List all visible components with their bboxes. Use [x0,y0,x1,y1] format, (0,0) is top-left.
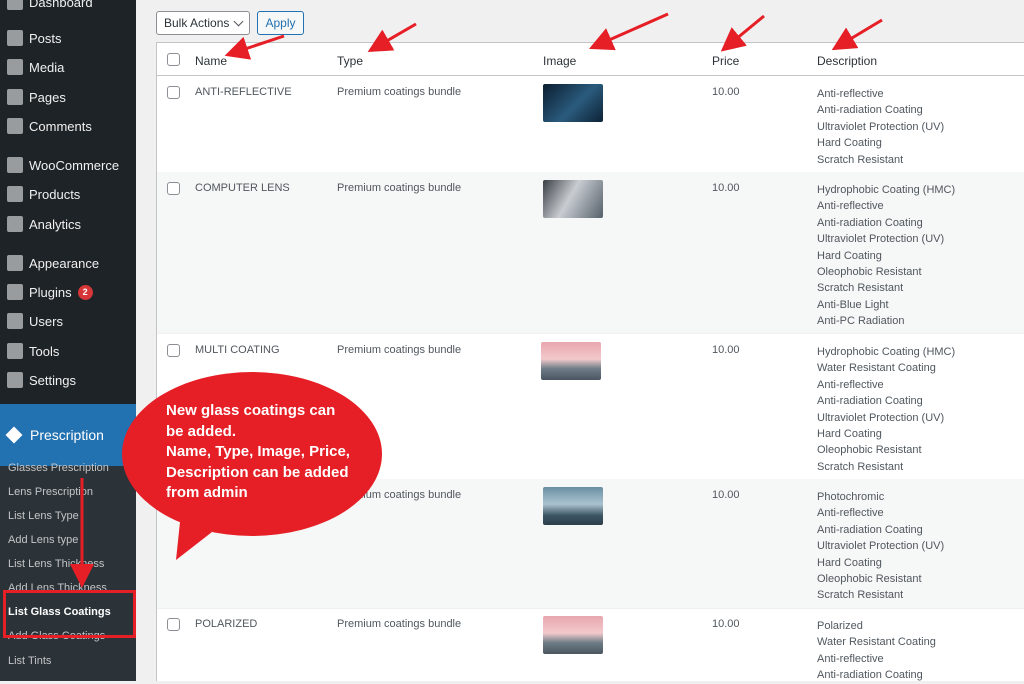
column-name[interactable]: Name [195,54,227,68]
sidebar-item-comments[interactable]: Comments [0,112,136,140]
pages-icon [7,89,23,105]
sidebar-item-appearance[interactable]: Appearance [0,249,136,277]
submenu-list-lens-type[interactable]: List Lens Type [8,510,79,522]
sidebar-item-pages[interactable]: Pages [0,83,136,111]
coating-image [543,616,603,654]
select-all-checkbox[interactable] [167,53,180,66]
sidebar-item-plugins[interactable]: Plugins 2 [0,278,136,306]
brush-icon [7,255,23,271]
comments-icon [7,118,23,134]
coating-name[interactable]: ANTI-REFLECTIVE [195,86,292,98]
row-checkbox[interactable] [167,182,180,195]
coating-image [543,84,603,122]
media-icon [7,59,23,75]
analytics-icon [7,216,23,232]
coating-description: Hydrophobic Coating (HMC) Water Resistan… [817,346,956,473]
wrench-icon [7,343,23,359]
pin-icon [7,30,23,46]
coating-name[interactable]: POLARIZED [195,618,257,630]
coating-description: Hydrophobic Coating (HMC) Anti-reflectiv… [817,184,956,328]
row-checkbox[interactable] [167,344,180,357]
coating-type: Premium coatings bundle [337,86,462,98]
coatings-table: Name Type Image Price Description ANTI-R… [156,42,1024,681]
main-content: Bulk Actions Apply Name Type Image Price… [136,0,1024,681]
submenu-add-lens-type[interactable]: Add Lens type [8,534,78,546]
row-checkbox[interactable] [167,618,180,631]
sidebar-item-settings[interactable]: Settings [0,366,136,394]
coating-price: 10.00 [712,344,740,356]
products-icon [7,186,23,202]
coating-price: 10.00 [712,489,740,501]
annotation-highlight-box [3,590,136,638]
dashboard-icon [7,0,23,10]
annotation-callout-text: New glass coatings can be added. Name, T… [166,402,350,501]
sidebar-item-analytics[interactable]: Analytics [0,210,136,238]
coating-price: 10.00 [712,86,740,98]
coating-image [541,342,601,380]
admin-sidebar: Dashboard Posts Media Pages Comments Woo… [0,0,136,681]
submenu-list-tints[interactable]: List Tints [8,655,51,667]
plugins-update-badge: 2 [77,284,93,300]
column-description: Description [817,54,878,68]
submenu-lens-prescription[interactable]: Lens Prescription [8,486,93,498]
sidebar-item-media[interactable]: Media [0,53,136,81]
table-row: COMPUTER LENS Premium coatings bundle 10… [157,172,1024,334]
chevron-down-icon [233,16,244,27]
coating-description: Anti-reflective Anti-radiation Coating U… [817,88,945,166]
submenu-list-lens-thickness[interactable]: List Lens Thickness [8,558,104,570]
woocommerce-icon [7,157,23,173]
sidebar-item-prescription[interactable]: Prescription [0,404,136,466]
bulk-actions-select[interactable]: Bulk Actions [156,11,250,35]
column-type[interactable]: Type [337,54,363,68]
row-checkbox[interactable] [167,86,180,99]
settings-icon [7,372,23,388]
submenu-glasses-prescription[interactable]: Glasses Prescription [8,462,109,474]
sidebar-item-dashboard[interactable]: Dashboard [0,0,136,16]
column-image: Image [543,54,577,68]
coating-type: Premium coatings bundle [337,344,462,356]
coating-image [543,487,603,525]
sidebar-item-products[interactable]: Products [0,180,136,208]
coating-name[interactable]: MULTI COATING [195,344,280,356]
sidebar-item-tools[interactable]: Tools [0,337,136,365]
coating-price: 10.00 [712,182,740,194]
coating-price: 10.00 [712,618,740,630]
coating-image [543,180,603,218]
coating-type: Premium coatings bundle [337,618,462,630]
prescription-submenu: Glasses Prescription Lens Prescription L… [0,462,136,681]
sidebar-item-woocommerce[interactable]: WooCommerce [0,151,136,179]
coating-type: Premium coatings bundle [337,182,462,194]
table-row: ANTI-REFLECTIVE Premium coatings bundle … [157,76,1024,173]
coating-description: Photochromic Anti-reflective Anti-radiat… [817,491,945,602]
column-price[interactable]: Price [712,54,739,68]
table-header: Name Type Image Price Description [157,43,1024,76]
diamond-icon [5,426,23,444]
users-icon [7,313,23,329]
apply-button[interactable]: Apply [257,11,304,35]
coating-description: Polarized Water Resistant Coating Anti-r… [817,620,936,682]
sidebar-item-posts[interactable]: Posts [0,24,136,52]
table-row: POLARIZED Premium coatings bundle 10.00 … [157,608,1024,682]
coating-name[interactable]: COMPUTER LENS [195,182,290,194]
plugins-icon [7,284,23,300]
sidebar-item-users[interactable]: Users [0,307,136,335]
